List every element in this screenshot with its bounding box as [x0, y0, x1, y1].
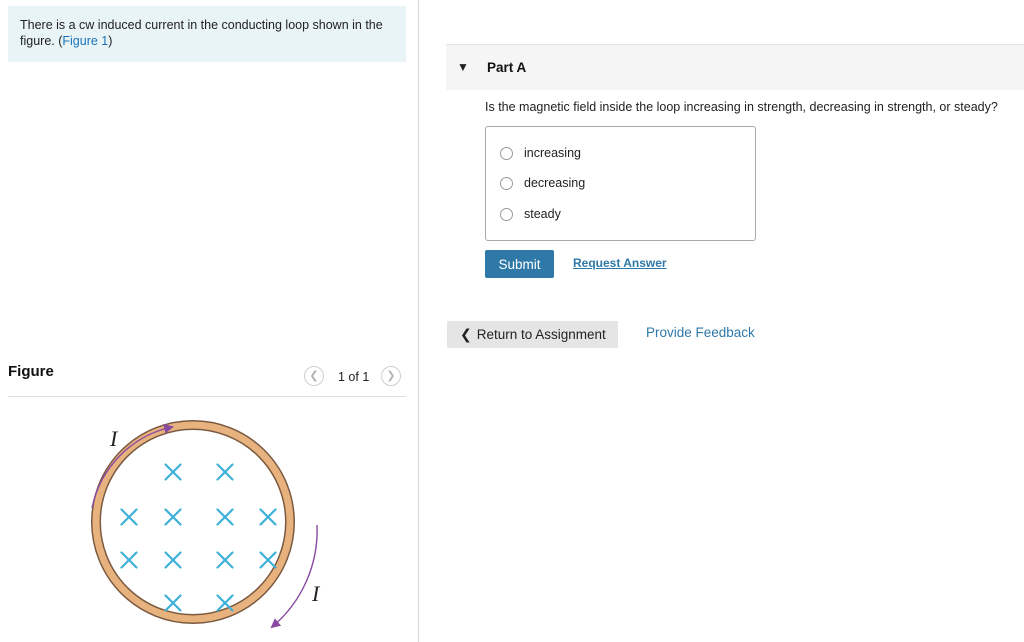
radio-button[interactable] — [500, 146, 513, 160]
answer-choices: increasing decreasing steady — [485, 126, 756, 241]
provide-feedback-link[interactable]: Provide Feedback — [646, 325, 755, 340]
part-a-header[interactable]: ▼ Part A — [446, 44, 1024, 90]
figure-link[interactable]: Figure 1 — [62, 34, 108, 48]
caret-down-icon: ▼ — [457, 60, 469, 74]
field-cross-mark — [216, 463, 234, 481]
figure-image: I I — [91, 420, 321, 629]
field-cross-mark — [259, 508, 277, 526]
field-cross-mark — [120, 551, 138, 569]
field-cross-mark — [164, 551, 182, 569]
intro-close-paren: ) — [108, 34, 113, 48]
field-cross-mark — [216, 508, 234, 526]
request-answer-link[interactable]: Request Answer — [573, 256, 667, 270]
choice-decreasing[interactable]: decreasing — [500, 174, 585, 192]
radio-button[interactable] — [500, 207, 513, 221]
field-cross-mark — [259, 551, 277, 569]
choice-steady[interactable]: steady — [500, 205, 561, 223]
figure-counter: 1 of 1 — [338, 370, 370, 384]
field-cross-mark — [216, 594, 234, 612]
field-cross-mark — [120, 508, 138, 526]
submit-button[interactable]: Submit — [485, 250, 554, 278]
figure-title: Figure — [8, 363, 54, 380]
chevron-right-icon: ❯ — [386, 370, 396, 382]
prev-figure-button[interactable]: ❮ — [304, 366, 324, 386]
chevron-left-icon: ❮ — [460, 326, 472, 342]
left-pane: There is a cw induced current in the con… — [0, 0, 418, 642]
field-cross-mark — [164, 594, 182, 612]
field-cross-mark — [164, 463, 182, 481]
part-a-title: Part A — [487, 60, 527, 75]
choice-label: increasing — [524, 146, 581, 160]
choice-increasing[interactable]: increasing — [500, 144, 581, 162]
next-figure-button[interactable]: ❯ — [381, 366, 401, 386]
magnetic-field-crosses — [120, 463, 277, 612]
figure-header: Figure ❮ 1 of 1 ❯ — [8, 362, 406, 397]
current-label-top: I — [109, 426, 119, 451]
choice-label: decreasing — [524, 176, 586, 190]
field-cross-mark — [164, 508, 182, 526]
current-label-bottom: I — [311, 581, 321, 606]
problem-intro: There is a cw induced current in the con… — [8, 6, 406, 62]
return-label: Return to Assignment — [476, 327, 606, 342]
return-to-assignment-button[interactable]: ❮ Return to Assignment — [447, 321, 618, 348]
pane-divider — [418, 0, 419, 642]
chevron-left-icon: ❮ — [309, 370, 319, 382]
choice-label: steady — [524, 207, 561, 221]
field-cross-mark — [216, 551, 234, 569]
question-text: Is the magnetic field inside the loop in… — [485, 100, 998, 114]
radio-button[interactable] — [500, 176, 513, 190]
